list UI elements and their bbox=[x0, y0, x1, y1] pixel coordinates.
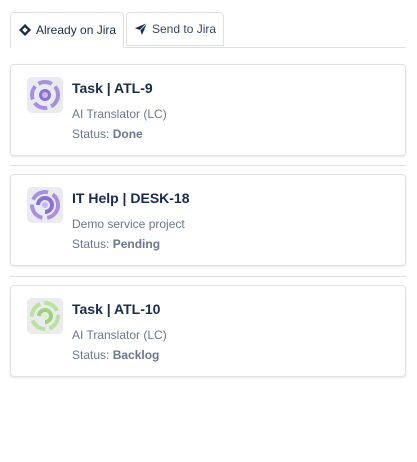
issue-card[interactable]: IT Help | DESK-18 Demo service project S… bbox=[10, 174, 406, 266]
tab-bar: Already on Jira Send to Jira bbox=[10, 12, 406, 48]
tab-label: Already on Jira bbox=[36, 23, 117, 37]
divider bbox=[10, 165, 406, 166]
status-label: Status: bbox=[72, 127, 110, 141]
project-avatar-icon bbox=[27, 77, 63, 113]
tab-label: Send to Jira bbox=[152, 22, 217, 36]
issue-title[interactable]: IT Help | DESK-18 bbox=[72, 190, 190, 206]
issue-status-line: Status: Backlog bbox=[72, 348, 159, 362]
issue-project: AI Translator (LC) bbox=[72, 328, 167, 342]
issue-status-line: Status: Pending bbox=[72, 237, 160, 251]
status-label: Status: bbox=[72, 348, 110, 362]
status-value: Done bbox=[112, 127, 143, 141]
status-value: Backlog bbox=[112, 348, 160, 362]
issue-project: Demo service project bbox=[72, 217, 185, 231]
tab-send-to-jira[interactable]: Send to Jira bbox=[126, 12, 224, 46]
issue-card[interactable]: Task | ATL-9 AI Translator (LC) Status: … bbox=[10, 64, 406, 156]
status-label: Status: bbox=[72, 237, 110, 251]
jira-diamond-icon bbox=[19, 24, 31, 36]
divider bbox=[10, 276, 406, 277]
tab-already-on-jira[interactable]: Already on Jira bbox=[10, 12, 124, 48]
issue-title[interactable]: Task | ATL-10 bbox=[72, 301, 160, 317]
issue-status-line: Status: Done bbox=[72, 127, 143, 141]
project-avatar-icon bbox=[27, 187, 63, 223]
project-avatar-icon bbox=[27, 298, 63, 334]
send-icon bbox=[135, 23, 147, 35]
issue-card[interactable]: Task | ATL-10 AI Translator (LC) Status:… bbox=[10, 285, 406, 377]
issue-title[interactable]: Task | ATL-9 bbox=[72, 80, 153, 96]
issue-project: AI Translator (LC) bbox=[72, 107, 167, 121]
status-value: Pending bbox=[112, 237, 161, 251]
